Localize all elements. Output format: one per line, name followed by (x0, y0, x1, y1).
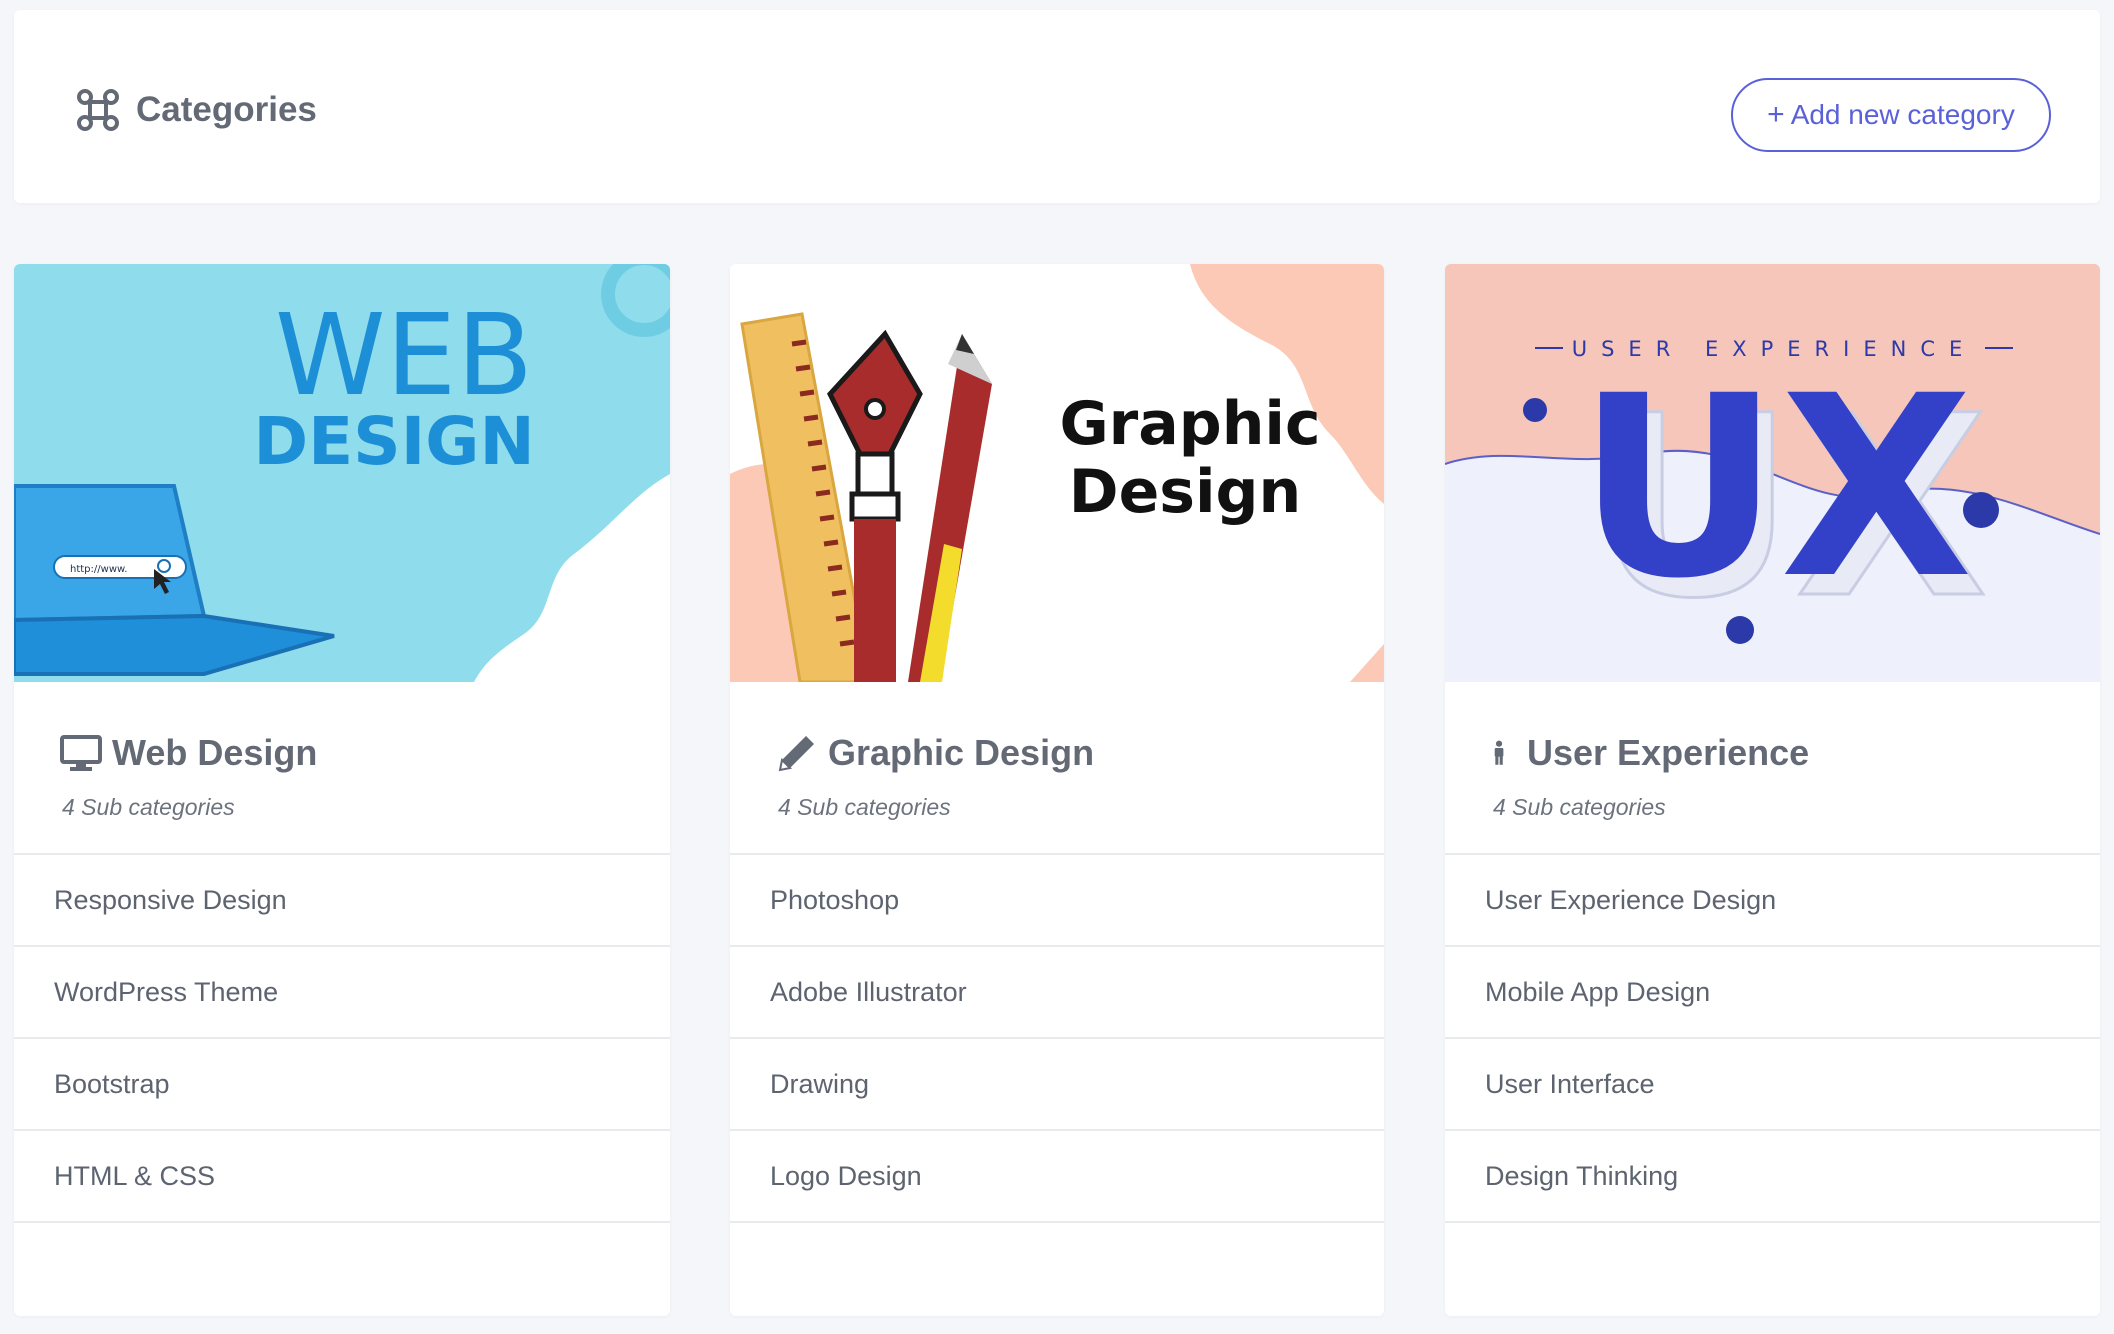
card-title-row: Web Design (60, 732, 317, 774)
card-title[interactable]: Graphic Design (828, 732, 1094, 774)
list-item[interactable]: Adobe Illustrator (730, 947, 1384, 1039)
sub-category-count: 4 Sub categories (62, 794, 235, 820)
list-item[interactable]: Bootstrap (14, 1039, 670, 1131)
graphic-banner-text-line2: Design (1069, 457, 1301, 527)
add-new-category-button[interactable]: + Add new category (1731, 78, 2051, 152)
ux-banner-big-text: UX (1577, 342, 1973, 633)
graphic-design-banner-image: Graphic Design (730, 264, 1384, 682)
page-title: Categories (76, 88, 317, 132)
web-banner-text-line2: DESIGN (253, 403, 534, 480)
category-card-user-experience[interactable]: USER EXPERIENCE UX UX User Experience 4 … (1445, 264, 2100, 1316)
plus-icon: + (1767, 98, 1785, 131)
add-new-category-label: Add new category (1790, 99, 2015, 130)
list-item[interactable]: Drawing (730, 1039, 1384, 1131)
user-experience-banner-image: USER EXPERIENCE UX UX (1445, 264, 2100, 682)
graphic-banner-text-line1: Graphic (1059, 389, 1320, 459)
sub-category-count: 4 Sub categories (1493, 794, 1666, 820)
card-title-row: User Experience (1491, 732, 1809, 774)
card-title[interactable]: Web Design (112, 732, 317, 774)
list-item[interactable]: Photoshop (730, 855, 1384, 947)
list-item[interactable]: Logo Design (730, 1131, 1384, 1223)
list-item[interactable]: Mobile App Design (1445, 947, 2100, 1039)
list-item[interactable]: Design Thinking (1445, 1131, 2100, 1223)
list-item[interactable]: User Experience Design (1445, 855, 2100, 947)
category-card-web-design[interactable]: WEB DESIGN http://www. Web Design 4 Sub … (14, 264, 670, 1316)
card-title-row: Graphic Design (776, 732, 1094, 774)
web-banner-url-bar: http://www. (70, 564, 127, 575)
sub-category-count: 4 Sub categories (778, 794, 951, 820)
sub-category-list: Photoshop Adobe Illustrator Drawing Logo… (730, 853, 1384, 1223)
monitor-icon (60, 735, 102, 771)
pencil-icon (778, 736, 814, 772)
command-icon (77, 89, 119, 131)
list-item[interactable]: WordPress Theme (14, 947, 670, 1039)
list-item[interactable]: HTML & CSS (14, 1131, 670, 1223)
card-title[interactable]: User Experience (1527, 732, 1809, 774)
categories-header: Categories + Add new category (14, 10, 2100, 203)
list-item[interactable]: Responsive Design (14, 855, 670, 947)
list-item[interactable]: User Interface (1445, 1039, 2100, 1131)
sub-category-list: Responsive Design WordPress Theme Bootst… (14, 853, 670, 1223)
sub-category-list: User Experience Design Mobile App Design… (1445, 853, 2100, 1223)
category-card-graphic-design[interactable]: Graphic Design Graphic Design 4 Sub cate… (730, 264, 1384, 1316)
web-design-banner-image: WEB DESIGN http://www. (14, 264, 670, 682)
person-icon (1494, 740, 1504, 765)
web-banner-text-line1: WEB (275, 291, 533, 421)
page-title-text: Categories (136, 90, 317, 129)
